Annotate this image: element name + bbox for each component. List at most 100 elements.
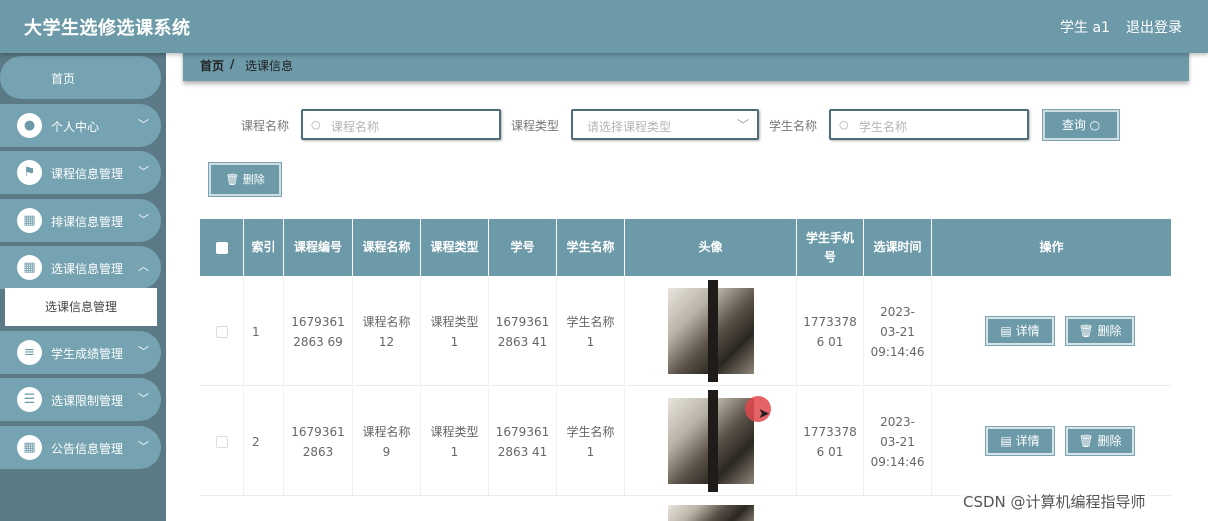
- course-name-label: 课程名称: [241, 119, 290, 133]
- student-name-input[interactable]: ○ 学生名称: [829, 109, 1029, 140]
- avatar-cell: [625, 387, 797, 496]
- delete-button[interactable]: 🗑︎ 删除: [1066, 317, 1134, 345]
- course-name-cell: 课程名称12: [353, 277, 421, 386]
- detail-button[interactable]: ▤ 详情: [986, 427, 1054, 455]
- chevron-up-icon: ︿: [138, 260, 149, 273]
- header-student-no: 学号: [489, 219, 557, 276]
- student-no-cell: 1679361 2863 41: [489, 277, 557, 386]
- header-course-no: 课程编号: [284, 219, 353, 276]
- header-avatar: 头像: [625, 219, 797, 276]
- detail-button[interactable]: ▤ 详情: [986, 317, 1054, 345]
- document-icon: ▤: [1000, 434, 1016, 448]
- avatar: [668, 505, 754, 521]
- sidebar-item-grades[interactable]: ≡ 学生成绩管理 ﹀: [0, 331, 161, 374]
- grid-icon: ▦: [17, 435, 42, 460]
- watermark: CSDN @计算机编程指导师: [960, 490, 1149, 513]
- header-course-name: 课程名称: [353, 219, 421, 276]
- row-select-cell[interactable]: [200, 387, 244, 496]
- header-time: 选课时间: [864, 219, 932, 276]
- sidebar-item-announcements[interactable]: ▦ 公告信息管理 ﹀: [0, 426, 161, 469]
- submenu-item-selection-management[interactable]: 选课信息管理: [5, 288, 157, 326]
- header-select-all[interactable]: [200, 219, 244, 276]
- course-no-cell: 1679361 2863: [284, 387, 353, 496]
- course-type-select[interactable]: 请选择课程类型 ﹀: [571, 109, 759, 140]
- batch-delete-button[interactable]: 🗑︎ 删除: [209, 163, 281, 196]
- chevron-down-icon: ﹀: [138, 165, 149, 178]
- header-course-type: 课程类型: [421, 219, 489, 276]
- table-header: 索引 课程编号 课程名称 课程类型 学号 学生名称 头像 学生手机号 选课时间 …: [200, 219, 1171, 276]
- chevron-down-icon: ﹀: [138, 118, 149, 131]
- course-no-cell: 1679361 2863 69: [284, 277, 353, 386]
- breadcrumb-home[interactable]: 首页: [200, 57, 224, 74]
- select-all-checkbox[interactable]: [215, 241, 228, 254]
- query-button[interactable]: 查询 ○: [1043, 110, 1119, 140]
- course-type-placeholder: 请选择课程类型: [587, 120, 672, 134]
- list-icon: ≡: [17, 340, 42, 365]
- sidebar-item-label: 选课限制管理: [51, 394, 124, 408]
- time-cell: 2023-03-21 09:14:46: [864, 387, 932, 496]
- time-cell: 2023-03-21 09:14:46: [864, 277, 932, 386]
- document-icon: ▤: [1000, 324, 1016, 338]
- row-checkbox[interactable]: [215, 435, 228, 448]
- course-name-placeholder: 课程名称: [331, 120, 380, 134]
- student-no-cell: 1679361 2863 41: [489, 387, 557, 496]
- user-icon: ●: [17, 113, 42, 138]
- course-name-cell: 课程名称9: [353, 387, 421, 496]
- course-type-label: 课程类型: [511, 119, 560, 133]
- index-cell: 2: [244, 387, 284, 496]
- logout-link[interactable]: 退出登录: [1126, 17, 1182, 37]
- detail-button-label: 详情: [1015, 324, 1040, 338]
- course-name-input[interactable]: ○ 课程名称: [301, 109, 501, 140]
- top-header: 大学生选修选课系统 学生 a1 退出登录: [0, 0, 1208, 53]
- sidebar-item-selection-info[interactable]: ▦ 选课信息管理 ︿: [0, 246, 161, 289]
- header-actions: 操作: [1039, 240, 1064, 254]
- actions-cell: ▤ 详情 🗑︎ 删除: [932, 387, 1171, 496]
- sidebar-item-label: 公告信息管理: [51, 442, 124, 456]
- sidebar-item-label: 首页: [51, 72, 76, 86]
- search-icon: ○: [839, 118, 849, 131]
- trash-icon: 🗑︎: [1078, 434, 1098, 448]
- row-select-cell[interactable]: [200, 277, 244, 386]
- batch-delete-label: 删除: [242, 173, 265, 186]
- course-type-cell: 课程类型1: [421, 387, 489, 496]
- current-user: 学生 a1: [1060, 20, 1110, 36]
- trash-icon: 🗑︎: [1078, 324, 1098, 338]
- chevron-down-icon: ﹀: [138, 345, 149, 358]
- sidebar-item-label: 学生成绩管理: [51, 347, 124, 361]
- avatar: [668, 390, 754, 492]
- phone-cell: 1773378 6 01: [797, 277, 864, 386]
- avatar-cell: [625, 277, 797, 386]
- row-checkbox[interactable]: [215, 325, 228, 338]
- table-row: 2 1679361 2863 课程名称9 课程类型1 1679361 2863 …: [200, 387, 1171, 496]
- chevron-down-icon: ﹀: [138, 213, 149, 226]
- chevron-down-icon: ﹀: [736, 118, 749, 132]
- query-button-label: 查询: [1061, 118, 1086, 132]
- student-name-cell: 学生名称1: [557, 387, 625, 496]
- sidebar-item-label: 个人中心: [51, 120, 100, 134]
- trash-icon: 🗑︎: [225, 173, 243, 186]
- grid-icon: ▦: [17, 255, 42, 280]
- sidebar-item-selection-limit[interactable]: ☰ 选课限制管理 ﹀: [0, 378, 161, 421]
- sidebar-item-label: 选课信息管理: [51, 262, 124, 276]
- avatar: [668, 280, 754, 382]
- breadcrumb-separator: /: [230, 57, 235, 71]
- search-icon: ○: [1089, 118, 1101, 132]
- chevron-down-icon: ﹀: [138, 392, 149, 405]
- actions-cell: ▤ 详情 🗑︎ 删除: [932, 277, 1171, 386]
- sidebar-item-personal-center[interactable]: ● 个人中心 ﹀: [0, 104, 161, 147]
- flag-icon: ⚑: [17, 160, 42, 185]
- header-student-name: 学生名称: [557, 219, 625, 276]
- sliders-icon: ☰: [17, 387, 42, 412]
- delete-button-label: 删除: [1097, 324, 1122, 338]
- sidebar-item-label: 课程信息管理: [51, 167, 124, 181]
- breadcrumb-current: 选课信息: [245, 59, 294, 73]
- sidebar-item-schedule-info[interactable]: ▦ 排课信息管理 ﹀: [0, 199, 161, 242]
- header-phone: 学生手机号: [797, 219, 864, 276]
- sidebar-item-home[interactable]: 首页: [0, 56, 161, 99]
- delete-button-label: 删除: [1097, 434, 1122, 448]
- phone-cell: 1773378 6 01: [797, 387, 864, 496]
- detail-button-label: 详情: [1015, 434, 1040, 448]
- delete-button[interactable]: 🗑︎ 删除: [1066, 427, 1134, 455]
- student-name-cell: 学生名称1: [557, 277, 625, 386]
- sidebar-item-course-info[interactable]: ⚑ 课程信息管理 ﹀: [0, 151, 161, 194]
